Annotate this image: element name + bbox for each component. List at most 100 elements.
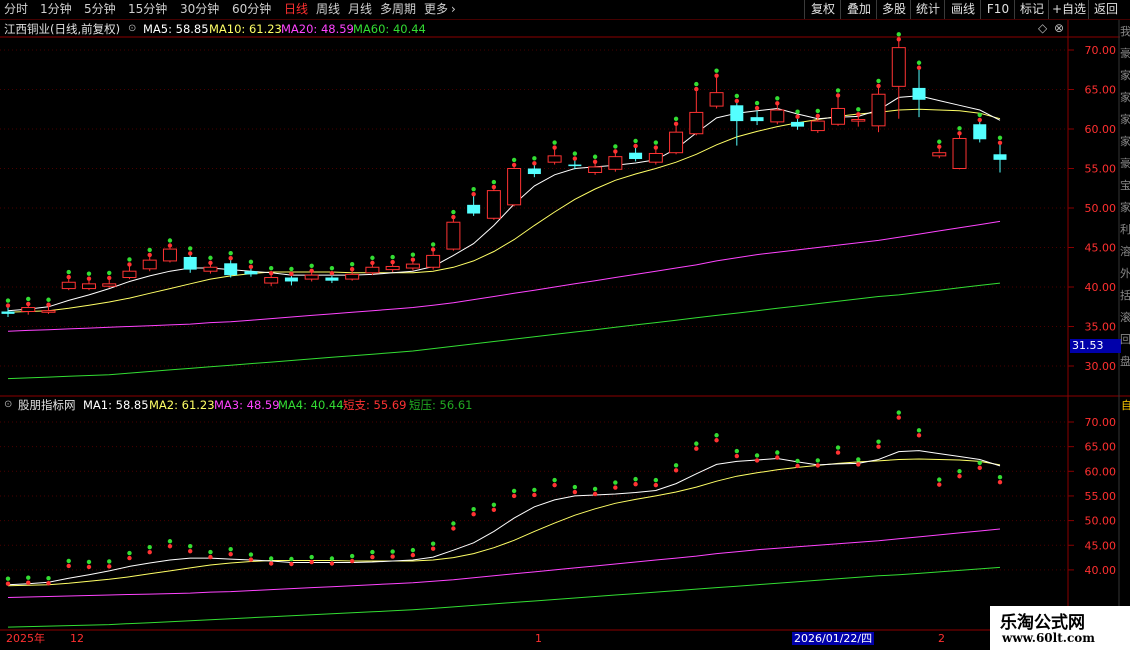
signal-dot-red xyxy=(349,267,355,272)
legend-ma60: MA60: 40.44 xyxy=(353,22,426,36)
sub-signal-red xyxy=(613,485,618,490)
sub-signal-green xyxy=(127,550,132,556)
sub-signal-green xyxy=(714,433,719,438)
signal-dot-green xyxy=(835,88,841,93)
sub-signal-red xyxy=(795,463,800,469)
signal-dot-green xyxy=(147,247,152,253)
candle-body xyxy=(648,152,663,163)
candle-body xyxy=(467,204,481,214)
candle xyxy=(426,242,441,270)
signal-dot-green xyxy=(532,156,537,161)
candle xyxy=(993,135,1007,173)
sub-signal-red xyxy=(572,489,578,495)
signal-dot-green xyxy=(390,254,395,260)
sub-signal-green xyxy=(653,477,659,483)
side-panel-label[interactable]: 自 xyxy=(1121,399,1130,413)
sub-signal-green xyxy=(937,477,942,482)
candle-body xyxy=(385,265,400,271)
sub-signal-green xyxy=(289,556,294,562)
signal-dot-red xyxy=(430,247,436,252)
candle xyxy=(122,257,137,280)
sub-signal-red xyxy=(835,450,841,455)
side-strip-char: 豪 xyxy=(1120,157,1130,170)
sub-signal-red xyxy=(937,482,942,487)
candle xyxy=(142,247,157,272)
side-strip-char: 盘 xyxy=(1120,355,1130,368)
y-axis-ticks: 70.00 65.00 60.00 55.00 50.00 45.00 40.00 35.00… xyxy=(1068,44,1116,577)
candle-body xyxy=(730,105,744,122)
legend-ma5: MA5: 58.85 xyxy=(143,22,209,36)
candle-body xyxy=(709,92,724,107)
y-tick-label: 55.00 xyxy=(1085,490,1117,503)
signal-dot-green xyxy=(896,32,901,37)
kline-chart[interactable]: 70.00 65.00 60.00 55.00 50.00 45.00 40.00 35.00… xyxy=(0,0,1130,650)
sub-signal-red xyxy=(228,551,233,557)
signal-dot-red xyxy=(370,260,375,266)
sub-signal-green xyxy=(349,553,355,559)
candle-body xyxy=(973,124,987,140)
signal-dot-red xyxy=(775,101,780,106)
side-panel-strip[interactable]: 我豪家家家家豪宝家利溶外括滚回盘 xyxy=(1120,20,1130,400)
diamond-icon[interactable]: ◇ xyxy=(1038,21,1047,35)
sub-signal-green xyxy=(552,477,557,483)
legend-ma1: MA1: 58.85 xyxy=(83,398,149,412)
signal-dot-green xyxy=(66,269,71,275)
candle-body xyxy=(203,266,218,272)
sub-signal-red xyxy=(754,458,760,463)
signal-dot-red xyxy=(532,161,537,166)
sub-signal-red xyxy=(694,446,699,451)
signal-dot-red xyxy=(633,143,638,149)
signal-dot-green xyxy=(86,271,92,276)
candle xyxy=(224,250,238,278)
side-strip-char: 家 xyxy=(1120,135,1130,148)
candle xyxy=(810,108,825,133)
signal-dot-red xyxy=(592,159,598,164)
signal-dot-red xyxy=(511,162,517,168)
legend-ma4: MA4: 40.44 xyxy=(278,398,344,412)
sub-signal-green xyxy=(268,556,274,561)
candle xyxy=(891,32,906,119)
candle-body xyxy=(952,137,967,169)
candle xyxy=(973,112,987,143)
close-panel-icon[interactable]: ⊗ xyxy=(1054,21,1064,35)
sub-signal-green xyxy=(309,554,314,560)
signal-dot-green xyxy=(289,266,294,272)
signal-dot-red xyxy=(451,214,456,220)
candle xyxy=(507,157,522,207)
candle-body xyxy=(547,155,562,163)
candle-body xyxy=(810,120,825,132)
stock-title: 江西铜业(日线,前复权) xyxy=(4,22,121,36)
y-tick-label: 40.00 xyxy=(1085,564,1117,577)
candle-body xyxy=(993,154,1007,160)
signal-dot-green xyxy=(653,140,659,145)
candle-body xyxy=(507,168,522,206)
sub-signal-red xyxy=(916,433,922,438)
collapse-icon[interactable]: ⊙ xyxy=(128,22,136,36)
signal-dot-red xyxy=(916,65,922,70)
signal-dot-green xyxy=(572,151,578,156)
signal-dot-red xyxy=(552,145,557,150)
signal-dot-red xyxy=(694,86,699,92)
signal-dot-green xyxy=(916,60,922,65)
sub-signal-red xyxy=(430,546,436,551)
candle-body xyxy=(426,254,441,268)
sub-signal-green xyxy=(167,539,173,544)
signal-dot-red xyxy=(26,301,31,307)
y-tick-label: 45.00 xyxy=(1085,242,1117,255)
y-tick-label: 65.00 xyxy=(1085,84,1117,97)
candle xyxy=(365,255,380,276)
signal-dot-red xyxy=(329,270,335,276)
signal-dot-red xyxy=(228,255,233,261)
sub-signal-red xyxy=(451,526,456,531)
candle-body xyxy=(81,283,96,290)
side-strip-char: 溶 xyxy=(1120,245,1130,258)
sub-collapse-icon[interactable]: ⊙ xyxy=(4,398,12,412)
signal-dot-red xyxy=(86,276,92,281)
candle xyxy=(486,179,501,220)
sub-signal-red xyxy=(977,465,982,471)
ma5-line xyxy=(7,95,1001,312)
sub-signal-red xyxy=(856,462,861,467)
sub-signal-red xyxy=(329,561,335,566)
signal-dot-red xyxy=(491,184,497,190)
candle xyxy=(325,265,339,284)
